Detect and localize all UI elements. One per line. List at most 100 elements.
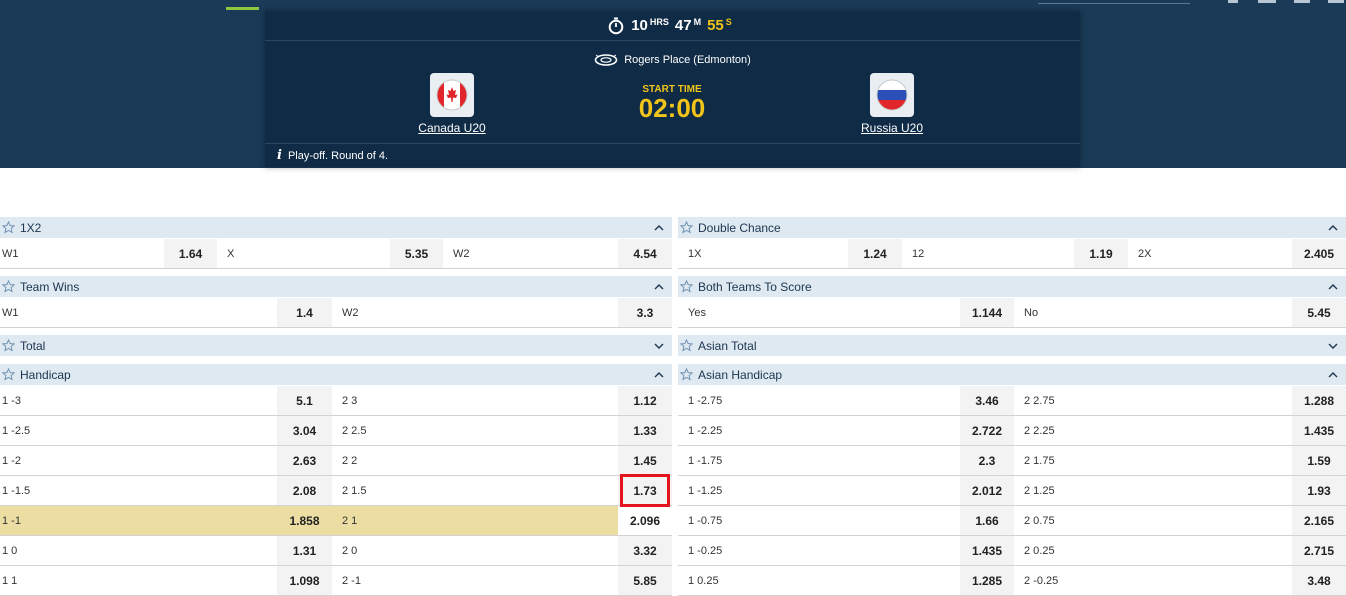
venue: Rogers Place (Edmonton) [265,53,1080,67]
asian-handicap-row: 1 -0.75 1.66 2 0.75 2.165 [678,506,1346,536]
odds-button[interactable]: 1.435 [960,536,1014,565]
odds-button[interactable]: 1.285 [960,566,1014,595]
away-team-name[interactable]: Russia U20 [832,121,952,135]
odds-button[interactable]: 2.08 [277,476,332,505]
odds-button[interactable]: 3.46 [960,386,1014,415]
chevron-up-icon[interactable] [1328,224,1338,232]
toolbar-icon[interactable] [1294,0,1310,3]
market-title: Double Chance [698,220,781,235]
toolbar-icon[interactable] [1228,0,1238,3]
star-icon[interactable] [2,221,15,234]
away-team[interactable]: Russia U20 [832,73,952,135]
odds-button[interactable]: 1.19 [1074,239,1128,268]
chevron-up-icon[interactable] [654,283,664,291]
market-header-team-wins[interactable]: Team Wins [0,276,672,298]
odds-button[interactable]: 3.48 [1292,566,1346,595]
outcome-label: 1 -3 [2,394,21,407]
odds-button[interactable]: 2.63 [277,446,332,475]
outcome-label: 2 2.25 [1024,424,1055,437]
timer-minutes-unit: M [693,16,702,27]
odds-button[interactable]: 1.66 [960,506,1014,535]
odds-button[interactable]: 3.04 [277,416,332,445]
toolbar-icon[interactable] [1258,0,1276,3]
odds-button[interactable]: 3.32 [618,536,672,565]
outcome-label: 2 1 [332,506,618,535]
star-icon[interactable] [680,221,693,234]
timer-hours-unit: HRS [649,16,669,27]
odds-button[interactable]: 5.1 [277,386,332,415]
star-icon[interactable] [680,280,693,293]
toolbar-icon[interactable] [1328,0,1344,3]
odds-button[interactable]: 2.165 [1292,506,1346,535]
handicap-row: 1 -2.5 3.04 2 2.5 1.33 [0,416,672,446]
chevron-up-icon[interactable] [1328,283,1338,291]
odds-button[interactable]: 1.4 [277,298,332,327]
odds-button[interactable]: 1.93 [1292,476,1346,505]
home-team[interactable]: Canada U20 [392,73,512,135]
odds-button[interactable]: 1.098 [277,566,332,595]
odds-button[interactable]: 2.012 [960,476,1014,505]
market-header-asian-total[interactable]: Asian Total [678,335,1346,357]
outcome-label: 2 2 [342,454,358,467]
selected-odds-button[interactable]: 1.73 [618,474,672,507]
market-row: 1X 1.24 12 1.19 2X 2.405 [678,239,1346,269]
market-header-double-chance[interactable]: Double Chance [678,217,1346,239]
odds-button[interactable]: 5.45 [1292,298,1346,327]
outcome-label: 1 -2 [2,454,21,467]
markets-right-column: Double Chance 1X 1.24 12 1.19 2X 2.405 B… [678,217,1346,596]
venue-name: Rogers Place (Edmonton) [624,54,751,66]
star-icon[interactable] [2,280,15,293]
odds-button[interactable]: 1.31 [277,536,332,565]
odds-button[interactable]: 2.096 [618,506,672,535]
star-icon[interactable] [680,368,693,381]
odds-button[interactable]: 1.45 [618,446,672,475]
outcome-label: 1 0.25 [688,574,719,587]
market-title: Asian Total [698,338,757,353]
home-team-name[interactable]: Canada U20 [392,121,512,135]
star-icon[interactable] [2,368,15,381]
search-field[interactable] [1038,3,1190,4]
odds-button[interactable]: 1.288 [1292,386,1346,415]
odds-button[interactable]: 1.33 [618,416,672,445]
odds-button[interactable]: 1.435 [1292,416,1346,445]
chevron-up-icon[interactable] [654,224,664,232]
asian-handicap-row: 1 -0.25 1.435 2 0.25 2.715 [678,536,1346,566]
odds-button[interactable]: 2.722 [960,416,1014,445]
outcome-label: 1 -0.75 [688,514,723,527]
odds-button[interactable]: 1.12 [618,386,672,415]
odds-button[interactable]: 1.64 [164,239,217,268]
odds-button[interactable]: 1.59 [1292,446,1346,475]
outcome-label: 1 -0.25 [688,544,723,557]
asian-handicap-row: 1 0.25 1.285 2 -0.25 3.48 [678,566,1346,596]
odds-button[interactable]: 5.35 [390,239,443,268]
market-header-asian-handicap[interactable]: Asian Handicap [678,364,1346,386]
outcome-label: Yes [688,306,706,319]
market-header-both-teams-to-score[interactable]: Both Teams To Score [678,276,1346,298]
odds-button[interactable]: 1.858 [277,506,332,535]
odds-button[interactable]: 1.144 [960,298,1014,327]
odds-button[interactable]: 4.54 [618,239,672,268]
odds-button[interactable]: 2.3 [960,446,1014,475]
match-header: 10 HRS 47 M 55 S Rogers Place (Edmonton) [0,0,1346,168]
chevron-up-icon[interactable] [654,371,664,379]
odds-button[interactable]: 2.715 [1292,536,1346,565]
star-icon[interactable] [2,339,15,352]
market-header-1x2[interactable]: 1X2 [0,217,672,239]
outcome-label: 1 -1 [0,506,277,535]
outcome-label: W2 [342,306,359,319]
chevron-up-icon[interactable] [1328,371,1338,379]
outcome-label: 1X [688,247,702,260]
market-header-handicap[interactable]: Handicap [0,364,672,386]
odds-button[interactable]: 3.3 [618,298,672,327]
outcome-label: 2 1.75 [1024,454,1055,467]
market-header-total[interactable]: Total [0,335,672,357]
outcome-label: 2 1.5 [342,484,367,497]
odds-button[interactable]: 5.85 [618,566,672,595]
chevron-down-icon[interactable] [654,342,664,350]
star-icon[interactable] [680,339,693,352]
odds-button[interactable]: 2.405 [1292,239,1346,268]
odds-button[interactable]: 1.24 [848,239,902,268]
outcome-label: 1 -1.75 [688,454,723,467]
chevron-down-icon[interactable] [1328,342,1338,350]
outcome-label: W1 [2,247,19,260]
